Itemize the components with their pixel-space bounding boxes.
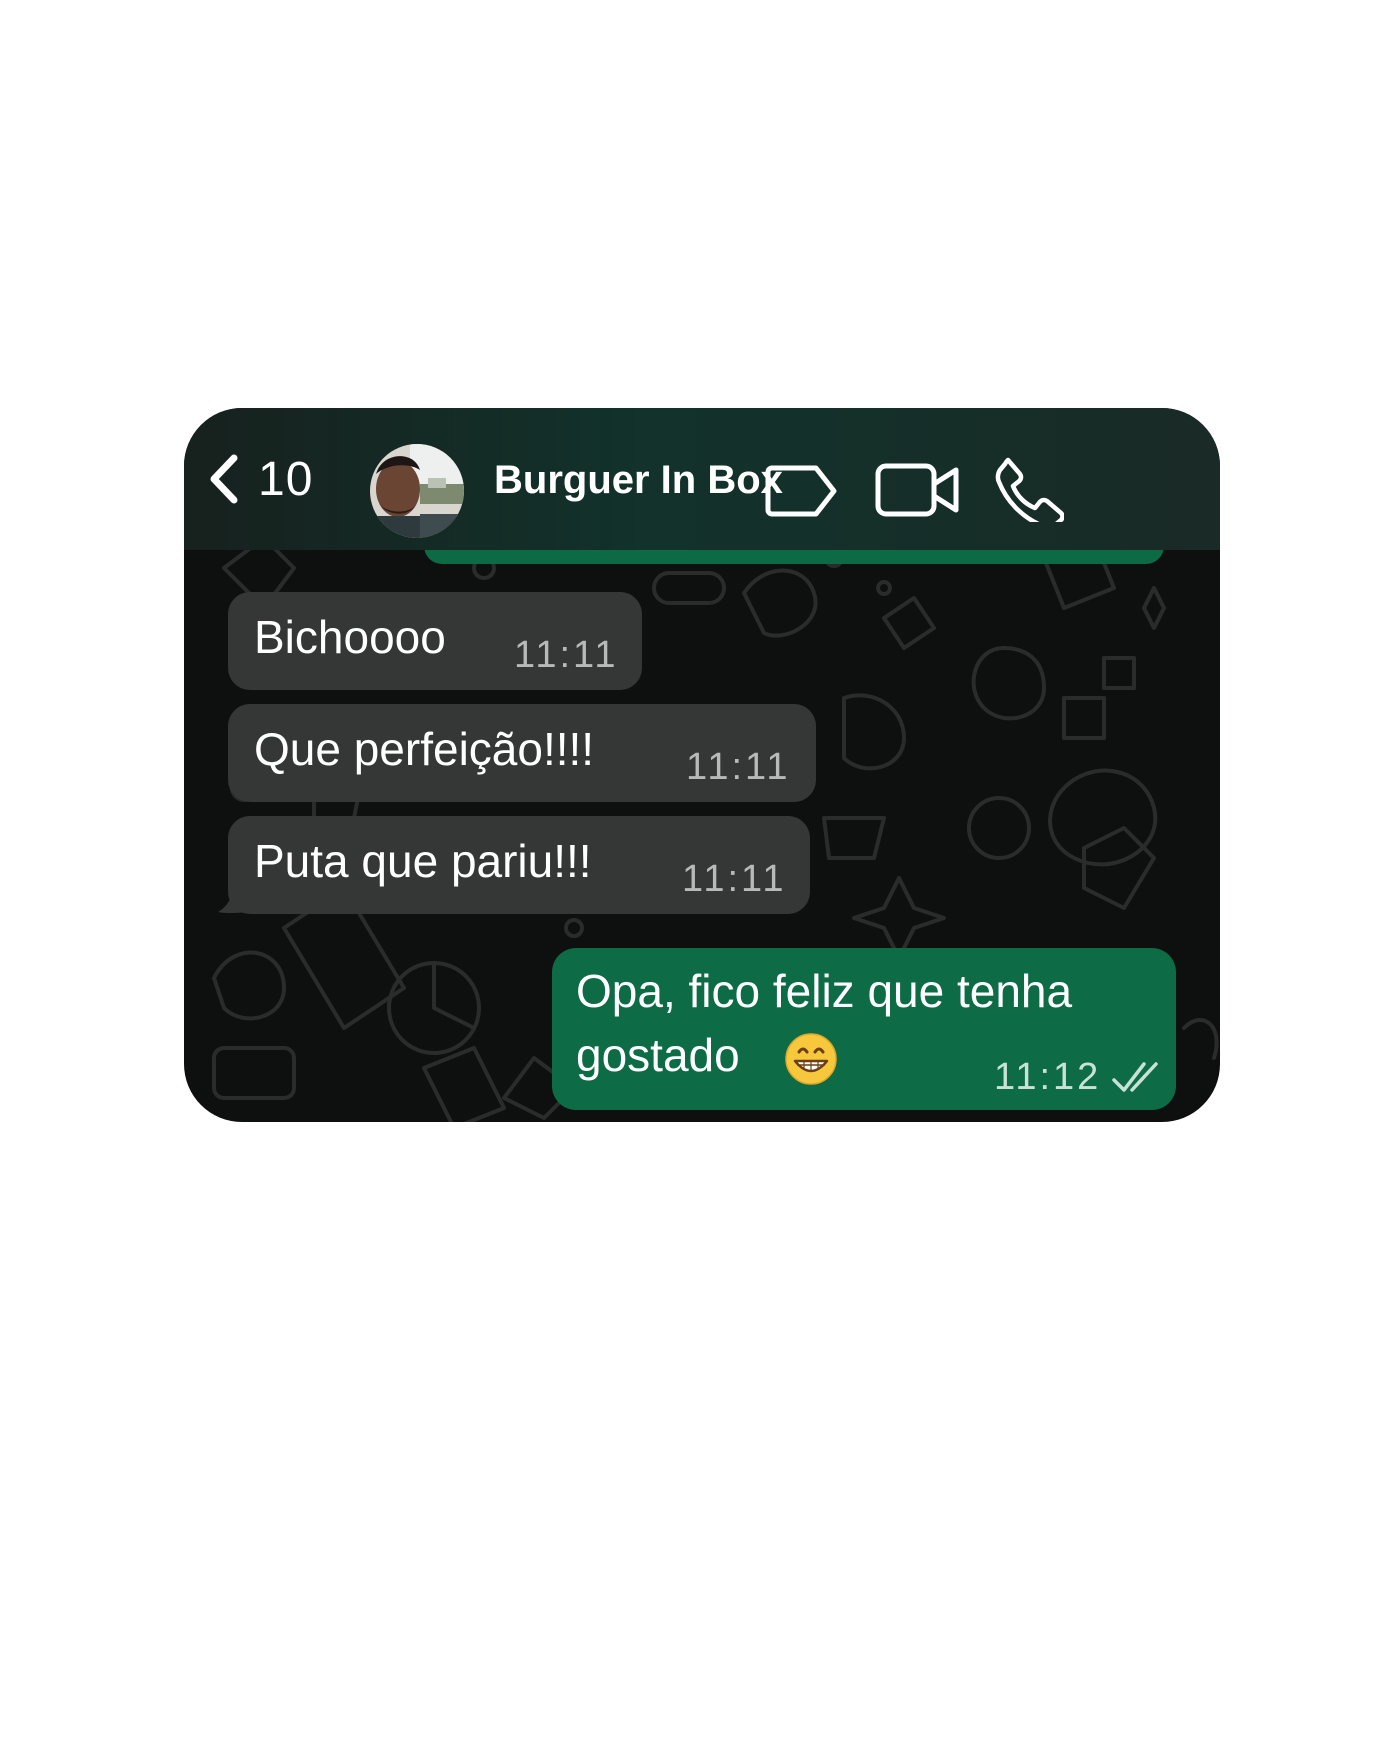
message-time: 11:11 (514, 634, 619, 676)
contact-avatar[interactable] (370, 444, 464, 538)
label-icon[interactable] (764, 462, 840, 520)
message-text: Bichoooo (254, 611, 446, 663)
back-button[interactable]: 10 (204, 452, 314, 506)
incoming-message-bubble[interactable]: Bichoooo 11:11 (228, 592, 642, 690)
message-text: Que perfeição!!!! (254, 723, 595, 775)
message-text: Puta que pariu!!! (254, 835, 592, 887)
outgoing-message-bubble[interactable]: Opa, fico feliz que tenha gostado 11:12 (552, 948, 1176, 1110)
message-time: 11:12 (994, 1056, 1102, 1098)
grinning-emoji-icon (785, 1033, 837, 1085)
message-text-line-2: gostado (576, 1029, 740, 1081)
incoming-bubble-tail (218, 884, 248, 913)
phone-call-icon[interactable] (994, 456, 1064, 522)
video-call-icon[interactable] (874, 460, 964, 520)
chat-title[interactable]: Burguer In Box (494, 458, 783, 503)
message-text-line-1: Opa, fico feliz que tenha (576, 965, 1073, 1017)
back-chevron-icon (210, 454, 238, 504)
avatar-photo (370, 444, 464, 538)
chat-header: 10 Burguer In Box (184, 408, 1220, 550)
incoming-message-bubble[interactable]: Puta que pariu!!! 11:11 (228, 816, 810, 914)
incoming-message-bubble[interactable]: Que perfeição!!!! 11:11 (228, 704, 816, 802)
unread-count: 10 (258, 452, 314, 506)
message-time: 11:11 (686, 746, 791, 788)
chat-window: 10 Burguer In Box Bichoooo 11:11 Que per… (184, 408, 1220, 1122)
message-time: 11:11 (682, 858, 787, 900)
double-check-icon (1112, 1062, 1158, 1092)
